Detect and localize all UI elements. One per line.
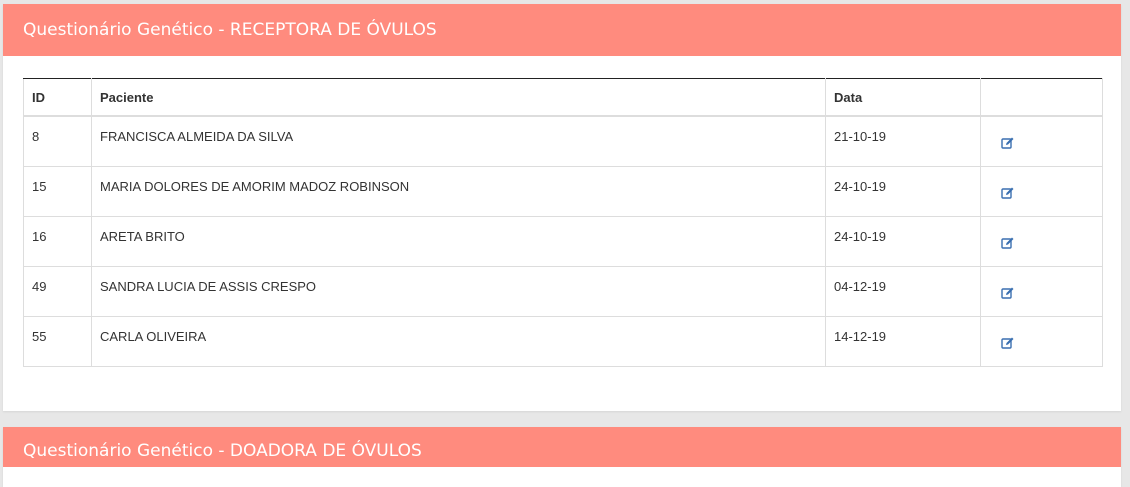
cell-paciente: FRANCISCA ALMEIDA DA SILVA xyxy=(91,115,826,167)
edit-icon[interactable] xyxy=(1001,336,1015,350)
table-row: 16 ARETA BRITO 24-10-19 xyxy=(23,215,1103,267)
cell-paciente: SANDRA LUCIA DE ASSIS CRESPO xyxy=(91,265,826,317)
receptora-panel: Questionário Genético - RECEPTORA DE ÓVU… xyxy=(3,4,1121,411)
cell-data: 24-10-19 xyxy=(825,165,981,217)
table-header-row: ID Paciente Data xyxy=(23,78,1103,117)
cell-paciente: MARIA DOLORES DE AMORIM MADOZ ROBINSON xyxy=(91,165,826,217)
table-row: 49 SANDRA LUCIA DE ASSIS CRESPO 04-12-19 xyxy=(23,265,1103,317)
receptora-table: ID Paciente Data 8 FRANCISCA ALMEIDA DA … xyxy=(23,78,1103,367)
edit-icon[interactable] xyxy=(1001,286,1015,300)
cell-id: 49 xyxy=(23,265,92,317)
cell-paciente: CARLA OLIVEIRA xyxy=(91,315,826,367)
table-row: 55 CARLA OLIVEIRA 14-12-19 xyxy=(23,315,1103,367)
cell-id: 8 xyxy=(23,115,92,167)
cell-data: 24-10-19 xyxy=(825,215,981,267)
column-header-actions xyxy=(980,78,1103,117)
cell-actions xyxy=(980,115,1103,167)
doadora-panel-title: Questionário Genético - DOADORA DE ÓVULO… xyxy=(3,427,1121,467)
table-row: 8 FRANCISCA ALMEIDA DA SILVA 21-10-19 xyxy=(23,115,1103,167)
column-header-id: ID xyxy=(23,78,92,117)
cell-id: 15 xyxy=(23,165,92,217)
doadora-panel: Questionário Genético - DOADORA DE ÓVULO… xyxy=(3,427,1121,487)
cell-id: 16 xyxy=(23,215,92,267)
cell-actions xyxy=(980,315,1103,367)
cell-data: 14-12-19 xyxy=(825,315,981,367)
edit-icon[interactable] xyxy=(1001,136,1015,150)
cell-paciente: ARETA BRITO xyxy=(91,215,826,267)
cell-actions xyxy=(980,165,1103,217)
cell-actions xyxy=(980,265,1103,317)
edit-icon[interactable] xyxy=(1001,236,1015,250)
column-header-paciente: Paciente xyxy=(91,78,826,117)
receptora-table-wrapper: ID Paciente Data 8 FRANCISCA ALMEIDA DA … xyxy=(23,78,1103,367)
cell-actions xyxy=(980,215,1103,267)
table-row: 15 MARIA DOLORES DE AMORIM MADOZ ROBINSO… xyxy=(23,165,1103,217)
edit-icon[interactable] xyxy=(1001,186,1015,200)
cell-data: 04-12-19 xyxy=(825,265,981,317)
cell-id: 55 xyxy=(23,315,92,367)
cell-data: 21-10-19 xyxy=(825,115,981,167)
receptora-panel-title: Questionário Genético - RECEPTORA DE ÓVU… xyxy=(3,4,1121,56)
column-header-data: Data xyxy=(825,78,981,117)
